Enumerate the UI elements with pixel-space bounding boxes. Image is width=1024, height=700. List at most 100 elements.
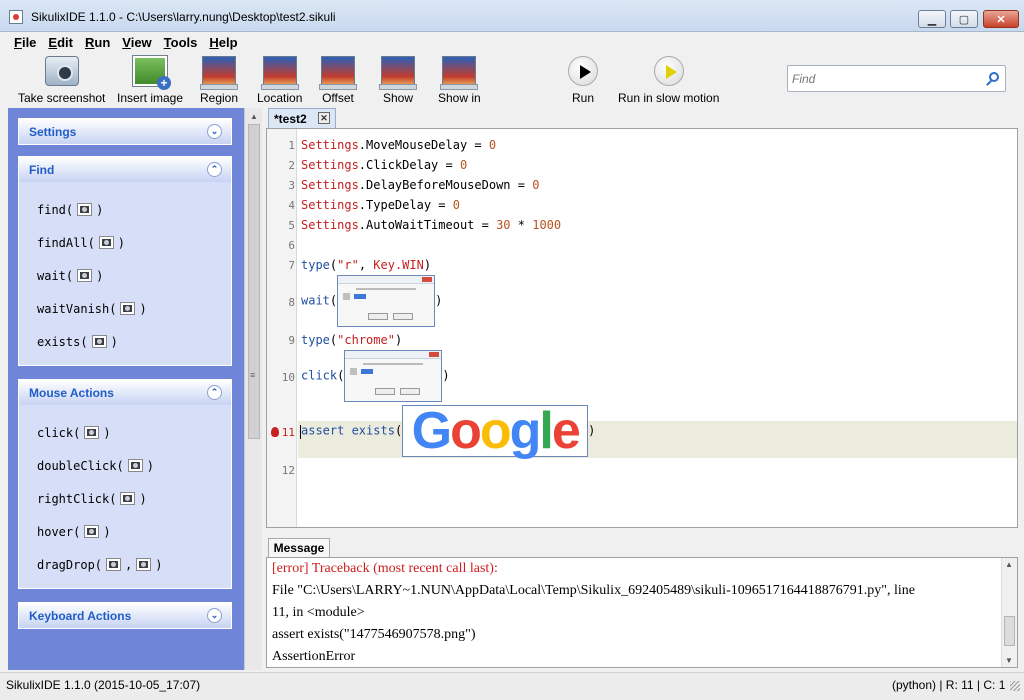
close-button[interactable]: ✕ (983, 10, 1019, 28)
camera-icon (128, 460, 142, 471)
keyboard-actions-title: Keyboard Actions (29, 608, 132, 623)
code-editor[interactable]: 1 2 3 4 5 6 7 8 9 10 11 12 Settings.Move… (266, 128, 1018, 528)
run-slow-motion-button[interactable]: Run in slow motion (618, 56, 719, 105)
code-line-3[interactable]: Settings.DelayBeforeMouseDown = 0 (301, 178, 539, 192)
code-line-7[interactable]: type("r", Key.WIN) (301, 258, 431, 272)
cmd-dragdrop[interactable]: dragDrop(,) (37, 549, 231, 582)
status-bar: SikulixIDE 1.1.0 (2015-10-05_17:07) (pyt… (0, 672, 1024, 700)
menu-edit[interactable]: Edit (48, 35, 73, 50)
insert-image-button[interactable]: Insert image (117, 56, 183, 105)
location-button[interactable]: Location (257, 56, 302, 105)
close-icon[interactable]: ✕ (318, 112, 330, 124)
code-line-2[interactable]: Settings.ClickDelay = 0 (301, 158, 467, 172)
show-in-label: Show in (438, 91, 481, 105)
cmd-doubleclick[interactable]: doubleClick() (37, 450, 231, 483)
code-line-10[interactable]: click() (301, 350, 450, 402)
camera-icon (121, 493, 135, 504)
cmd-find[interactable]: find() (37, 194, 231, 227)
cmd-findall[interactable]: findAll() (37, 227, 231, 260)
offset-label: Offset (322, 91, 354, 105)
line-number: 7 (288, 259, 295, 272)
offset-button[interactable]: Offset (319, 56, 357, 105)
mouse-actions-header[interactable]: Mouse Actions ⌃ (19, 380, 231, 405)
line-number: 4 (288, 199, 295, 212)
message-console[interactable]: [error] Traceback (most recent call last… (266, 557, 1018, 668)
code-line-11[interactable]: assert exists(Google) (301, 405, 595, 457)
maximize-button[interactable]: ▢ (950, 10, 978, 28)
camera-icon (137, 559, 151, 570)
find-panel: Find ⌃ find() findAll() wait() waitVanis… (18, 156, 232, 366)
cmd-hover[interactable]: hover() (37, 516, 231, 549)
line-number: 12 (281, 464, 295, 477)
search-icon[interactable] (989, 72, 999, 82)
find-header[interactable]: Find ⌃ (19, 157, 231, 182)
keyboard-actions-header[interactable]: Keyboard Actions ⌄ (19, 603, 231, 628)
region-button[interactable]: Region (200, 56, 238, 105)
scrollbar-thumb[interactable] (248, 124, 260, 439)
message-line: AssertionError (272, 649, 356, 664)
camera-icon (85, 427, 99, 438)
cmd-exists[interactable]: exists() (37, 326, 231, 359)
cmd-wait[interactable]: wait() (37, 260, 231, 293)
mouse-actions-title: Mouse Actions (29, 385, 114, 400)
show-icon (379, 56, 417, 90)
line-number: 9 (288, 334, 295, 347)
code-line-1[interactable]: Settings.MoveMouseDelay = 0 (301, 138, 496, 152)
menu-tools[interactable]: Tools (164, 35, 198, 50)
sidebar-scrollbar[interactable]: ▲ ≡ (244, 108, 262, 670)
location-icon (260, 56, 299, 90)
message-scrollbar[interactable]: ▲ ▼ (1001, 558, 1017, 667)
cmd-rightclick[interactable]: rightClick() (37, 483, 231, 516)
message-tab-label: Message (273, 541, 325, 555)
camera-icon (99, 237, 113, 248)
message-line: File "C:\Users\LARRY~1.NUN\AppData\Local… (272, 583, 915, 598)
find-input[interactable] (788, 66, 968, 91)
take-screenshot-label: Take screenshot (18, 91, 106, 105)
line-number: 2 (288, 159, 295, 172)
google-logo-thumbnail[interactable]: Google (402, 405, 589, 457)
scroll-up-arrow-icon[interactable]: ▲ (247, 110, 261, 124)
resize-grip-icon[interactable] (1010, 681, 1020, 691)
menu-help[interactable]: Help (209, 35, 237, 50)
code-line-4[interactable]: Settings.TypeDelay = 0 (301, 198, 460, 212)
scrollbar-thumb[interactable] (1004, 616, 1015, 646)
mouse-actions-panel: Mouse Actions ⌃ click() doubleClick() ri… (18, 379, 232, 589)
code-line-9[interactable]: type("chrome") (301, 333, 402, 347)
java-app-icon (9, 10, 23, 24)
status-cursor-position: (python) | R: 11 | C: 1 (892, 678, 1006, 692)
cmd-click[interactable]: click() (37, 417, 231, 450)
run-label: Run (571, 91, 594, 105)
chevron-up-icon[interactable]: ⌃ (207, 162, 222, 177)
tab-label: *test2 (274, 111, 307, 126)
camera-icon (107, 559, 121, 570)
message-line: assert exists("1477546907578.png") (272, 627, 476, 642)
chevron-down-icon[interactable]: ⌄ (207, 608, 222, 623)
play-icon (568, 56, 598, 86)
offset-icon (319, 56, 357, 90)
split-grip-icon[interactable]: ≡ (250, 370, 255, 380)
run-slow-label: Run in slow motion (618, 91, 720, 105)
minimize-button[interactable]: ▁ (918, 10, 946, 28)
editor-tabbar: *test2 ✕ (266, 108, 1018, 128)
show-in-button[interactable]: Show in (438, 56, 481, 105)
find-box (787, 65, 1006, 92)
scroll-up-arrow-icon[interactable]: ▲ (1005, 560, 1013, 569)
chevron-up-icon[interactable]: ⌃ (207, 385, 222, 400)
tab-test2[interactable]: *test2 ✕ (268, 108, 336, 128)
run-button[interactable]: Run (568, 56, 598, 105)
chevron-down-icon[interactable]: ⌄ (207, 124, 222, 139)
menu-view[interactable]: View (122, 35, 151, 50)
take-screenshot-button[interactable]: Take screenshot (18, 56, 105, 105)
screenshot-thumbnail-run-dialog[interactable] (344, 350, 443, 402)
scroll-down-arrow-icon[interactable]: ▼ (1005, 656, 1013, 665)
screenshot-thumbnail-dialog[interactable] (337, 275, 436, 327)
tab-message[interactable]: Message (268, 538, 330, 557)
menu-file[interactable]: File (14, 35, 36, 50)
code-line-8[interactable]: wait() (301, 275, 442, 327)
menu-run[interactable]: Run (85, 35, 110, 50)
settings-header[interactable]: Settings ⌄ (19, 119, 231, 144)
show-button[interactable]: Show (379, 56, 417, 105)
code-line-5[interactable]: Settings.AutoWaitTimeout = 30 * 1000 (301, 218, 561, 232)
show-in-icon (440, 56, 479, 90)
cmd-waitvanish[interactable]: waitVanish() (37, 293, 231, 326)
